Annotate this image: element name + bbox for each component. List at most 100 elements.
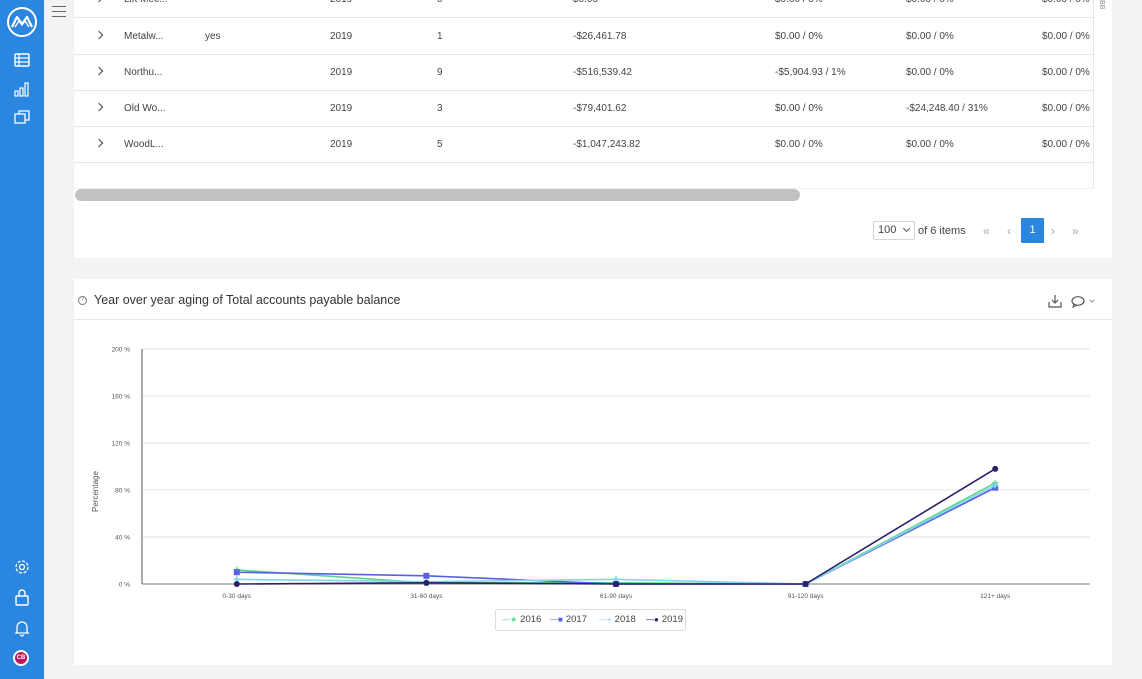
next-page-button[interactable]: › [1051, 224, 1055, 238]
cell-balance: -$26,461.78 [573, 31, 627, 42]
cell-c3: $0.00 / 0% [1042, 0, 1090, 18]
x-tick-label: 0-30 days [223, 593, 252, 600]
series-line-2019 [236, 468, 996, 585]
y-tick-label: 40 % [115, 535, 130, 542]
legend-item-2017[interactable]: —■ 2017 [550, 614, 587, 625]
cell-year: 2019 [330, 0, 352, 18]
data-point [233, 569, 240, 576]
cell-flag: yes [205, 31, 221, 42]
chevron-right-icon[interactable] [94, 138, 104, 148]
cell-c2: $0.00 / 0% [906, 0, 954, 18]
accounts-table: Lift Mec... 2019 0 $0.00 $0.00 / 0% $0.00 / 0… [74, 0, 1094, 200]
cell-balance: -$516,539.42 [573, 67, 632, 78]
chevron-right-icon[interactable] [94, 102, 104, 112]
cell-count: 9 [437, 67, 443, 78]
current-page-button[interactable]: 1 [1021, 218, 1044, 243]
data-point [613, 581, 619, 587]
cell-c2: -$24,248.40 / 31% [906, 103, 988, 114]
cell-c1: $0.00 / 0% [775, 31, 823, 42]
x-tick-label: 61-90 days [600, 593, 633, 600]
cell-c3: $0.00 / 0% [1042, 139, 1090, 150]
y-axis-label: Percentage [91, 470, 100, 511]
cell-c2: $0.00 / 0% [906, 31, 954, 42]
series-line-2017 [236, 486, 996, 585]
last-page-button[interactable]: » [1072, 224, 1079, 238]
y-tick-label: 200 % [112, 347, 131, 354]
horizontal-scrollbar-thumb[interactable] [75, 189, 800, 201]
series-line-2018 [236, 484, 996, 585]
cell-c3: $0.00 / 0% [1042, 67, 1090, 78]
y-tick-label: 120 % [112, 441, 131, 448]
y-tick-label: 0 % [119, 582, 130, 589]
cell-count: 5 [437, 139, 443, 150]
legend-label: 2018 [614, 614, 636, 625]
cell-balance: -$1,047,243.82 [573, 139, 641, 150]
chevron-right-icon[interactable] [94, 0, 104, 3]
legend-marker-star: —★ [502, 615, 518, 624]
cell-c2: $0.00 / 0% [906, 139, 954, 150]
page-size-select[interactable]: 100 [873, 221, 915, 240]
x-tick-label: 121+ days [980, 593, 1011, 600]
data-point [233, 581, 240, 587]
first-page-button[interactable]: « [983, 224, 990, 238]
chevron-right-icon[interactable] [94, 66, 104, 76]
data-point [802, 581, 809, 587]
chevron-right-icon[interactable] [94, 30, 104, 40]
table-row[interactable]: Metalw... yes 2019 1 -$26,461.78 $0.00 / 0% $0… [74, 19, 1093, 55]
prev-page-button[interactable]: ‹ [1007, 224, 1011, 238]
lock-icon[interactable] [12, 587, 32, 607]
cell-count: 1 [437, 31, 443, 42]
legend-item-2019[interactable]: —● 2019 [646, 614, 683, 625]
cell-count: 3 [437, 103, 443, 114]
cell-name: Lift Mec... [124, 0, 167, 18]
cell-c3: $0.00 / 0% [1042, 103, 1090, 114]
cell-name: Northu... [124, 67, 163, 78]
cell-c1: $0.00 / 0% [775, 139, 823, 150]
cell-c1: -$5,904.93 / 1% [775, 67, 846, 78]
legend-marker-plus: —+ [599, 615, 612, 624]
cell-balance: -$79,401.62 [573, 103, 627, 114]
data-point [423, 579, 430, 586]
avatar[interactable]: CB [13, 650, 29, 666]
cell-balance: $0.00 [573, 0, 598, 18]
table-row[interactable]: Old Wo... 2019 3 -$79,401.62 $0.00 / 0% -$24,… [74, 91, 1093, 127]
cell-c3: $0.00 / 0% [1042, 31, 1090, 42]
series-line-2016 [236, 482, 996, 585]
cell-name: Metalw... [124, 31, 164, 42]
chevron-down-icon [902, 224, 911, 233]
cell-year: 2019 [330, 103, 353, 114]
cell-count: 0 [437, 0, 443, 18]
bell-icon[interactable] [12, 618, 32, 638]
hamburger-menu-icon[interactable] [52, 6, 66, 19]
windows-icon[interactable] [12, 107, 32, 127]
table-icon[interactable] [12, 50, 32, 70]
cell-year: 2019 [330, 139, 353, 150]
settings-icon[interactable] [12, 557, 32, 577]
legend-label: 2019 [661, 614, 683, 625]
legend-label: 2017 [565, 614, 587, 625]
logo-icon[interactable] [7, 7, 37, 37]
cell-c1: $0.00 / 0% [775, 103, 823, 114]
chart-legend: —★ 2016 —■ 2017 —+ 2018 —● 2019 [495, 609, 686, 631]
cell-c1: $0.00 / 0% [775, 0, 823, 18]
data-point [423, 572, 430, 579]
item-count-label: of 6 items [918, 225, 966, 237]
data-point [992, 465, 999, 472]
legend-item-2016[interactable]: —★ 2016 [502, 614, 541, 625]
left-navigation: CB [0, 0, 44, 679]
legend-marker-circle: —● [646, 615, 659, 624]
table-row[interactable]: Northu... 2019 9 -$516,539.42 -$5,904.93 / 1… [74, 55, 1093, 91]
page-size-value: 100 [878, 224, 897, 236]
legend-label: 2016 [520, 614, 542, 625]
cell-name: Old Wo... [124, 103, 166, 114]
aging-chart-card: ? Year over year aging of Total accounts… [74, 279, 1112, 665]
column-edge-label: BB [1098, 0, 1105, 10]
cell-c2: $0.00 / 0% [906, 67, 954, 78]
legend-item-2018[interactable]: —+ 2018 [599, 614, 636, 625]
cell-year: 2019 [330, 67, 353, 78]
table-row[interactable]: Lift Mec... 2019 0 $0.00 $0.00 / 0% $0.00 / 0… [74, 0, 1093, 18]
table-row[interactable]: WoodL... 2019 5 -$1,047,243.82 $0.00 / 0% $0.… [74, 127, 1093, 163]
cell-year: 2019 [330, 31, 353, 42]
bar-chart-icon[interactable] [12, 79, 32, 99]
y-tick-label: 80 % [115, 488, 130, 495]
